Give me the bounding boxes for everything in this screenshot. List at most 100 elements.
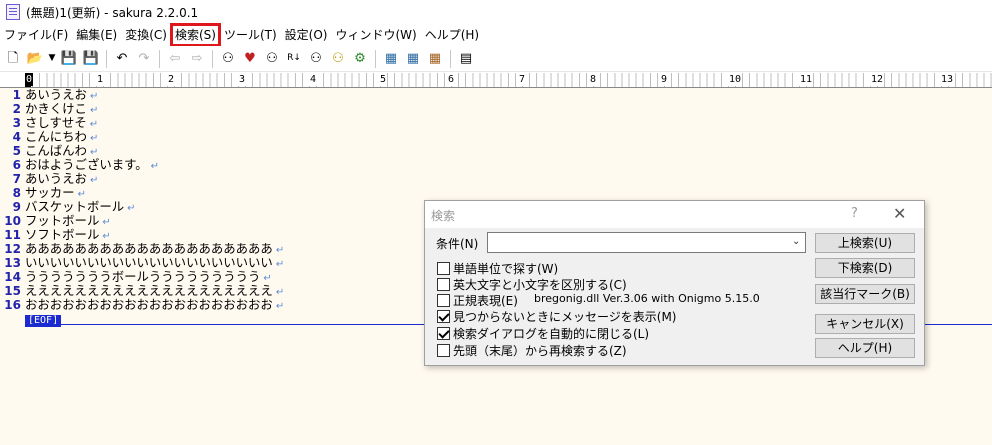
text-line[interactable]: 2 かきくけこ ↵ — [13, 102, 992, 117]
close-icon[interactable]: ✕ — [893, 204, 906, 223]
line-number: 10 — [4, 214, 21, 228]
toolbar-separator — [450, 49, 451, 68]
outline-icon[interactable]: ▦ — [381, 49, 401, 69]
line-text: フットボール — [25, 213, 100, 228]
line-text: おおおおおおおおおおおおおおおおおおおお — [25, 297, 273, 312]
checkbox[interactable] — [437, 310, 450, 323]
text-line[interactable]: 5 こんばんわ ↵ — [13, 143, 992, 159]
option-regex[interactable]: 正規表現(E) — [437, 292, 518, 309]
newline-mark: ↵ — [89, 105, 99, 116]
newline-mark: ↵ — [89, 119, 99, 130]
save-icon[interactable]: 💾 — [59, 49, 79, 69]
menu-search[interactable]: 検索(S) — [169, 23, 221, 47]
text-line[interactable]: 1 あいうえお ↵ — [13, 87, 992, 103]
new-file-icon[interactable]: 🗋 — [3, 49, 23, 69]
checkbox[interactable] — [437, 278, 450, 291]
replace-icon[interactable]: R↓ — [284, 49, 304, 69]
option-label: 正規表現(E) — [453, 294, 518, 308]
regex-library-info: bregonig.dll Ver.3.06 with Onigmo 5.15.0 — [534, 292, 760, 305]
ruler-label: 6 — [447, 73, 456, 86]
open-file-icon[interactable]: 📂 — [25, 49, 45, 69]
checkbox[interactable] — [437, 262, 450, 275]
search-up-icon[interactable]: ⚇ — [262, 49, 282, 69]
search-icon[interactable]: ⚇ — [218, 49, 238, 69]
outline-tree-icon[interactable]: ▦ — [403, 49, 423, 69]
text-line[interactable]: 4 こんにちわ ↵ — [13, 130, 992, 145]
line-number: 5 — [12, 144, 21, 158]
cancel-button[interactable]: キャンセル(X) — [815, 314, 915, 334]
newline-mark: ↵ — [127, 203, 136, 214]
option-match-case[interactable]: 英大文字と小文字を区別する(C) — [437, 276, 627, 293]
checkbox[interactable] — [437, 294, 450, 307]
grep-icon[interactable]: ⚇ — [306, 49, 326, 69]
line-number: 8 — [12, 186, 21, 200]
forward-icon[interactable]: ⇨ — [187, 49, 207, 69]
menu-tools[interactable]: ツール(T) — [220, 24, 281, 46]
line-number: 14 — [4, 270, 21, 284]
line-text: こんばんわ — [25, 143, 87, 158]
newline-mark: ↵ — [275, 259, 285, 270]
text-line[interactable]: 8 サッカー ↵ — [13, 186, 992, 201]
function-list-icon[interactable]: ▦ — [425, 49, 445, 69]
text-line[interactable]: 3 さしすせそ ↵ — [13, 115, 992, 131]
toolbar-separator — [106, 49, 107, 68]
newline-mark: ↵ — [89, 91, 99, 102]
option-wrap-search[interactable]: 先頭（末尾）から再検索する(Z) — [437, 342, 627, 359]
option-auto-close-dialog[interactable]: 検索ダイアログを自動的に閉じる(L) — [437, 325, 649, 342]
condition-label: 条件(N) — [436, 237, 479, 251]
option-show-not-found-message[interactable]: 見つからないときにメッセージを表示(M) — [437, 308, 676, 325]
menu-settings[interactable]: 設定(O) — [281, 24, 332, 46]
menu-window[interactable]: ウィンドウ(W) — [331, 24, 420, 46]
line-text: ええええええええええええええええええええ — [25, 283, 273, 298]
text-line[interactable]: 7 あいうえお ↵ — [13, 171, 992, 187]
line-text: さしすせそ — [25, 115, 87, 130]
mark-matches-button[interactable]: 該当行マーク(B) — [815, 284, 915, 304]
ruler-label: 11 — [799, 73, 814, 86]
help-icon[interactable]: ? — [851, 206, 858, 221]
line-text: あいうえお — [25, 87, 87, 102]
option-label: 単語単位で探す(W) — [453, 262, 559, 276]
search-down-icon[interactable]: ♥ — [240, 49, 260, 69]
dropdown-icon[interactable]: ▼ — [47, 49, 57, 69]
condition-combobox[interactable]: ⌄ — [487, 232, 806, 253]
back-icon[interactable]: ⇦ — [165, 49, 185, 69]
menu-file[interactable]: ファイル(F) — [0, 24, 72, 46]
tag-jump-icon[interactable]: ⚙ — [350, 49, 370, 69]
search-up-button[interactable]: 上検索(U) — [815, 233, 915, 253]
ruler: 0 1 2 3 4 5 6 7 8 9 10 11 12 13 — [0, 73, 992, 88]
chevron-down-icon[interactable]: ⌄ — [792, 236, 802, 247]
text-line[interactable]: 6 おはようございます。 ↵ — [13, 157, 992, 173]
save-all-icon[interactable]: 💾 — [81, 49, 101, 69]
newline-mark: ↵ — [275, 301, 285, 312]
app-icon — [6, 4, 20, 20]
menu-convert[interactable]: 変換(C) — [121, 24, 171, 46]
line-text: あいうえお — [25, 171, 87, 186]
toolbar-separator — [375, 49, 376, 68]
dialog-title: 検索 — [431, 209, 456, 223]
option-label: 英大文字と小文字を区別する(C) — [453, 278, 627, 292]
menu-edit[interactable]: 編集(E) — [72, 24, 121, 46]
line-number: 9 — [12, 200, 21, 214]
title-bar: (無題)1(更新) - sakura 2.2.0.1 — [0, 0, 992, 24]
ruler-label: 3 — [238, 73, 247, 86]
ruler-label: 0 — [25, 73, 34, 86]
line-text: おはようございます。 — [25, 157, 148, 172]
toolbar: 🗋 📂 ▼ 💾 💾 ↶ ↷ ⇦ ⇨ ⚇ ♥ ⚇ R↓ ⚇ ⚇ ⚙ ▦ ▦ ▦ ▤ — [0, 46, 992, 72]
undo-icon[interactable]: ↶ — [112, 49, 132, 69]
jump-icon[interactable]: ⚇ — [328, 49, 348, 69]
option-whole-word[interactable]: 単語単位で探す(W) — [437, 260, 558, 277]
checkbox[interactable] — [437, 344, 450, 357]
line-number: 13 — [4, 256, 21, 270]
newline-mark: ↵ — [89, 133, 99, 144]
redo-icon[interactable]: ↷ — [134, 49, 154, 69]
line-text: うううううううボールううううううううう — [25, 269, 261, 284]
newline-mark: ↵ — [150, 161, 160, 172]
help-button[interactable]: ヘルプ(H) — [815, 338, 915, 358]
checkbox[interactable] — [437, 327, 450, 340]
search-down-button[interactable]: 下検索(D) — [815, 258, 915, 278]
line-number: 3 — [12, 116, 21, 130]
compare-icon[interactable]: ▤ — [456, 49, 476, 69]
menu-help[interactable]: ヘルプ(H) — [421, 24, 483, 46]
line-text: ああああああああああああああああああああ — [25, 241, 273, 256]
option-label: 見つからないときにメッセージを表示(M) — [453, 310, 677, 324]
